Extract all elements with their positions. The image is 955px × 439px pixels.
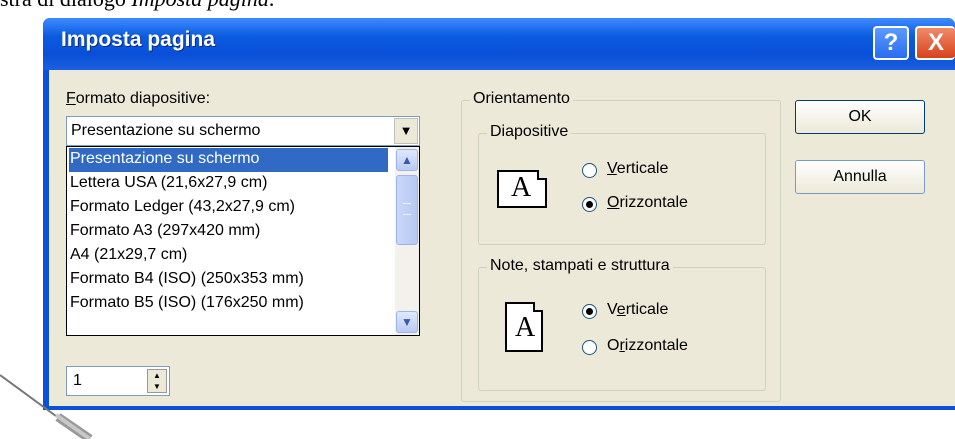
notes-portrait-radio[interactable] <box>582 304 597 319</box>
notes-legend: Note, stampati e struttura <box>487 257 673 275</box>
caption-text: stra di dialogo Imposta pagina. <box>0 0 274 12</box>
list-item[interactable]: Presentazione su schermo <box>69 148 388 172</box>
list-item[interactable]: Formato B4 (ISO) (250x353 mm) <box>69 268 304 292</box>
close-button[interactable]: X <box>915 26 955 60</box>
list-item[interactable]: Lettera USA (21,6x27,9 cm) <box>69 172 267 196</box>
slides-portrait-radio[interactable] <box>582 163 597 178</box>
scroll-down-icon[interactable]: ▼ <box>396 311 418 333</box>
window-title: Imposta pagina <box>61 28 216 51</box>
scroll-up-icon[interactable]: ▲ <box>396 149 418 171</box>
page-setup-dialog: Imposta pagina ? X Formato diapositive: … <box>43 18 955 410</box>
portrait-page-icon: A <box>505 302 543 352</box>
spin-arrows-icon[interactable]: ▲ ▼ <box>147 369 167 393</box>
slides-portrait-label: Verticale <box>607 160 669 177</box>
orientation-legend: Orientamento <box>470 90 573 108</box>
notes-orientation-group: Note, stampati e struttura A Verticale O… <box>478 257 766 391</box>
notes-landscape-label: Orizzontale <box>607 337 688 354</box>
ok-button[interactable]: OK <box>795 100 925 134</box>
title-bar[interactable]: Imposta pagina ? X <box>43 18 955 70</box>
list-item[interactable]: A4 (21x29,7 cm) <box>69 244 187 268</box>
orientation-group: Orientamento Diapositive A Verticale Ori… <box>461 90 781 402</box>
cancel-button[interactable]: Annulla <box>795 160 925 194</box>
landscape-page-icon: A <box>497 170 547 208</box>
chevron-down-icon[interactable]: ▼ <box>394 118 418 144</box>
list-scrollbar[interactable]: ▲ ▼ <box>395 147 419 335</box>
slide-format-label: Formato diapositive: <box>66 90 211 107</box>
help-button[interactable]: ? <box>873 26 909 60</box>
list-item[interactable]: Formato Ledger (43,2x27,9 cm) <box>69 196 295 220</box>
slide-format-value: Presentazione su schermo <box>71 122 261 139</box>
notes-landscape-radio[interactable] <box>582 340 597 355</box>
pen-icon <box>0 374 93 439</box>
scrollbar-thumb[interactable] <box>396 175 418 245</box>
notes-portrait-label: Verticale <box>607 301 669 318</box>
slide-format-dropdown[interactable]: Presentazione su schermo ▼ <box>66 116 420 146</box>
slides-landscape-label: Orizzontale <box>607 194 688 211</box>
slides-orientation-group: Diapositive A Verticale Orizzontale <box>478 123 766 245</box>
list-item[interactable]: Formato B5 (ISO) (176x250 mm) <box>69 292 304 316</box>
slides-landscape-radio[interactable] <box>582 197 597 212</box>
grip-icon <box>403 203 411 215</box>
dialog-body: Formato diapositive: Presentazione su sc… <box>49 70 955 406</box>
list-item[interactable]: Formato A3 (297x420 mm) <box>69 220 260 244</box>
slide-format-list[interactable]: Presentazione su schermo Lettera USA (21… <box>66 146 420 336</box>
slides-legend: Diapositive <box>487 123 572 141</box>
